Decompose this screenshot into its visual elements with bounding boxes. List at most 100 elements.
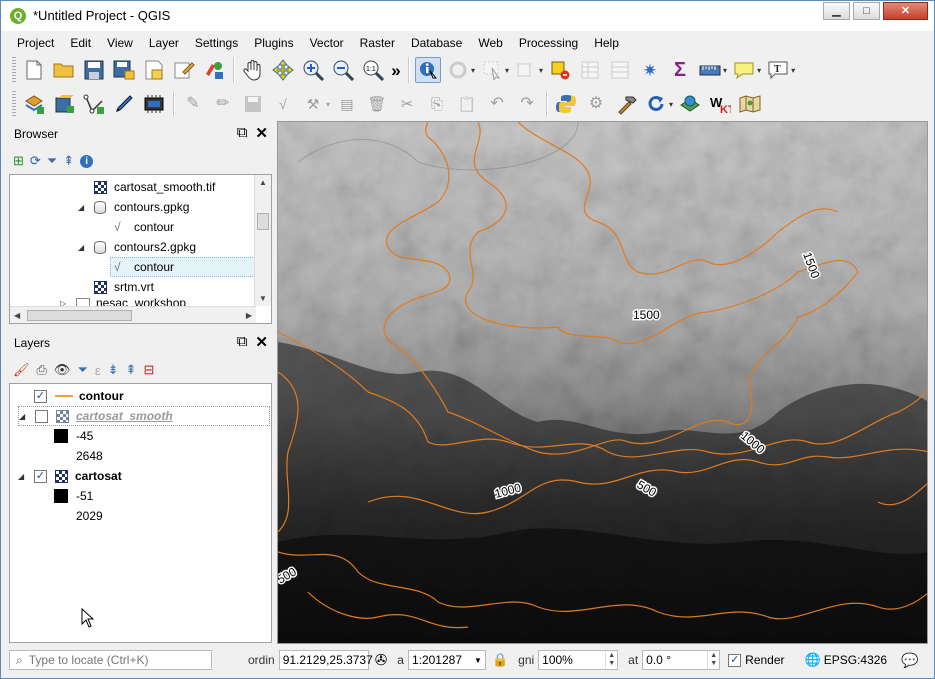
scale-combobox[interactable]: 1:201287 ▼	[407, 650, 486, 670]
add-feature-icon[interactable]: √	[270, 91, 296, 117]
minimize-button[interactable]: ▁	[823, 2, 850, 20]
expand-arrow-icon[interactable]: ◢	[78, 243, 88, 252]
spin-arrows-icon[interactable]: ▲ ▼	[605, 651, 617, 669]
layer-cartosat-smooth[interactable]: ◢ cartosat_smooth	[18, 406, 270, 426]
redo-icon[interactable]: ↷	[514, 91, 540, 117]
menu-project[interactable]: Project	[9, 33, 62, 53]
toolbar-grip[interactable]	[12, 91, 16, 117]
digitize-icon[interactable]	[81, 91, 107, 117]
annotation-icon[interactable]	[731, 57, 757, 83]
style-brush-icon[interactable]: 🖌	[13, 362, 30, 378]
menu-processing[interactable]: Processing	[511, 33, 586, 53]
refresh-icon[interactable]: ⟳	[30, 153, 41, 169]
info-icon[interactable]: i	[80, 154, 94, 168]
menu-settings[interactable]: Settings	[187, 33, 246, 53]
menu-plugins[interactable]: Plugins	[246, 33, 301, 53]
crs-label[interactable]: EPSG:4326	[824, 653, 887, 667]
undo-icon[interactable]: ↶	[484, 91, 510, 117]
edit-icon[interactable]: ✏	[210, 91, 236, 117]
open-project-icon[interactable]	[51, 57, 77, 83]
menu-database[interactable]: Database	[403, 33, 470, 53]
layer-cartosat[interactable]: ◢ ✓ cartosat	[18, 466, 122, 486]
tree-item-contour-selected[interactable]: √ contour	[110, 257, 255, 277]
tree-item-contours-gpkg[interactable]: ◢ contours.gpkg	[78, 197, 189, 217]
action-icon[interactable]	[445, 57, 471, 83]
python-icon[interactable]	[553, 91, 579, 117]
browser-vertical-scrollbar[interactable]: ▲ ▼	[254, 175, 271, 306]
close-button[interactable]: ✕	[883, 2, 928, 20]
zoom-in-icon[interactable]	[300, 57, 326, 83]
zoom-native-icon[interactable]: 1:1	[360, 57, 386, 83]
sum-icon[interactable]: Σ	[667, 57, 693, 83]
visibility-eye-icon[interactable]: 👁	[54, 362, 71, 378]
tree-item-cartosat-smooth[interactable]: cartosat_smooth.tif	[94, 177, 215, 197]
layer-contour[interactable]: ✓ contour	[34, 386, 124, 406]
text-annotation-icon[interactable]: T	[765, 57, 791, 83]
menu-view[interactable]: View	[99, 33, 141, 53]
save-edits-icon[interactable]	[240, 91, 266, 117]
settings-icon[interactable]: ✷	[637, 57, 663, 83]
undock-icon[interactable]: ⧉	[237, 124, 248, 142]
edit-pencil-icon[interactable]	[111, 91, 137, 117]
expand-all-icon[interactable]: ⇟	[108, 362, 119, 378]
statistics-icon[interactable]	[607, 57, 633, 83]
map-canvas[interactable]: 1500 1500 1000 1000 500 500	[277, 121, 928, 644]
menu-edit[interactable]: Edit	[62, 33, 99, 53]
remove-layer-icon[interactable]: ⊟	[143, 362, 154, 378]
save-as-icon[interactable]	[111, 57, 137, 83]
lock-scale-icon[interactable]: 🔒	[492, 652, 508, 668]
expand-arrow-icon[interactable]: ◢	[19, 412, 29, 421]
select-icon[interactable]	[479, 57, 505, 83]
style-manager-icon[interactable]	[201, 57, 227, 83]
refresh-icon[interactable]	[643, 91, 669, 117]
undock-icon[interactable]: ⧉	[237, 333, 248, 351]
toolbar-overflow-button[interactable]: »	[390, 57, 402, 83]
menu-vector[interactable]: Vector	[302, 33, 352, 53]
coordinate-field[interactable]: 91.2129,25.3737	[278, 650, 373, 670]
open-table-icon[interactable]	[577, 57, 603, 83]
tree-item-contour[interactable]: √ contour	[114, 217, 174, 237]
spin-arrows-icon[interactable]: ▲ ▼	[707, 651, 719, 669]
chevron-down-icon[interactable]: ▼	[474, 656, 482, 665]
toolbar-grip[interactable]	[12, 57, 16, 83]
pan-to-selection-icon[interactable]	[270, 57, 296, 83]
collapse-all-icon[interactable]: ⇞	[63, 153, 74, 169]
close-panel-icon[interactable]: ✕	[255, 333, 268, 351]
save-project-icon[interactable]	[81, 57, 107, 83]
locator-search-input[interactable]: ⌕ Type to locate (Ctrl+K)	[9, 650, 212, 670]
pan-icon[interactable]	[240, 57, 266, 83]
tree-item-contours2-gpkg[interactable]: ◢ contours2.gpkg	[78, 237, 196, 257]
new-print-layout-icon[interactable]	[141, 57, 167, 83]
expand-arrow-icon[interactable]: ◢	[18, 472, 28, 481]
modify-attributes-icon[interactable]: ▤	[334, 91, 360, 117]
expand-arrow-icon[interactable]: ◢	[78, 203, 88, 212]
tree-item-srtm-vrt[interactable]: srtm.vrt	[94, 277, 154, 297]
globe-icon[interactable]	[677, 91, 703, 117]
hammer-icon[interactable]	[613, 91, 639, 117]
close-panel-icon[interactable]: ✕	[255, 124, 268, 142]
menu-help[interactable]: Help	[586, 33, 627, 53]
copy-icon[interactable]: ⎘	[424, 91, 450, 117]
messages-icon[interactable]: 💬	[901, 652, 918, 669]
filter-icon[interactable]: ⏷	[47, 153, 57, 169]
filter-legend-icon[interactable]: ⏷	[77, 362, 87, 378]
magnifier-spinbox[interactable]: 100% ▲ ▼	[538, 650, 619, 670]
add-selected-icon[interactable]: ⊞	[13, 153, 24, 169]
identify-icon[interactable]	[415, 57, 441, 83]
paste-icon[interactable]: 📋	[454, 91, 480, 117]
globe-crs-icon[interactable]: 🌐	[805, 652, 821, 668]
vertex-tool-icon[interactable]: ⚒	[300, 91, 326, 117]
zoom-out-icon[interactable]	[330, 57, 356, 83]
layer-visibility-checkbox[interactable]	[35, 409, 48, 423]
toggle-edit-icon[interactable]: ✎	[180, 91, 206, 117]
maximize-button[interactable]: □	[853, 2, 880, 20]
deselect-all-icon[interactable]	[547, 57, 573, 83]
delete-icon[interactable]: 🗑	[364, 91, 390, 117]
layout-manager-icon[interactable]	[171, 57, 197, 83]
menu-layer[interactable]: Layer	[141, 33, 187, 53]
cut-icon[interactable]: ✂	[394, 91, 420, 117]
add-wms-icon[interactable]	[141, 91, 167, 117]
rotation-spinbox[interactable]: 0.0 ° ▲ ▼	[642, 650, 721, 670]
deselect-icon[interactable]	[513, 57, 539, 83]
scrollbar-thumb[interactable]	[257, 213, 269, 230]
